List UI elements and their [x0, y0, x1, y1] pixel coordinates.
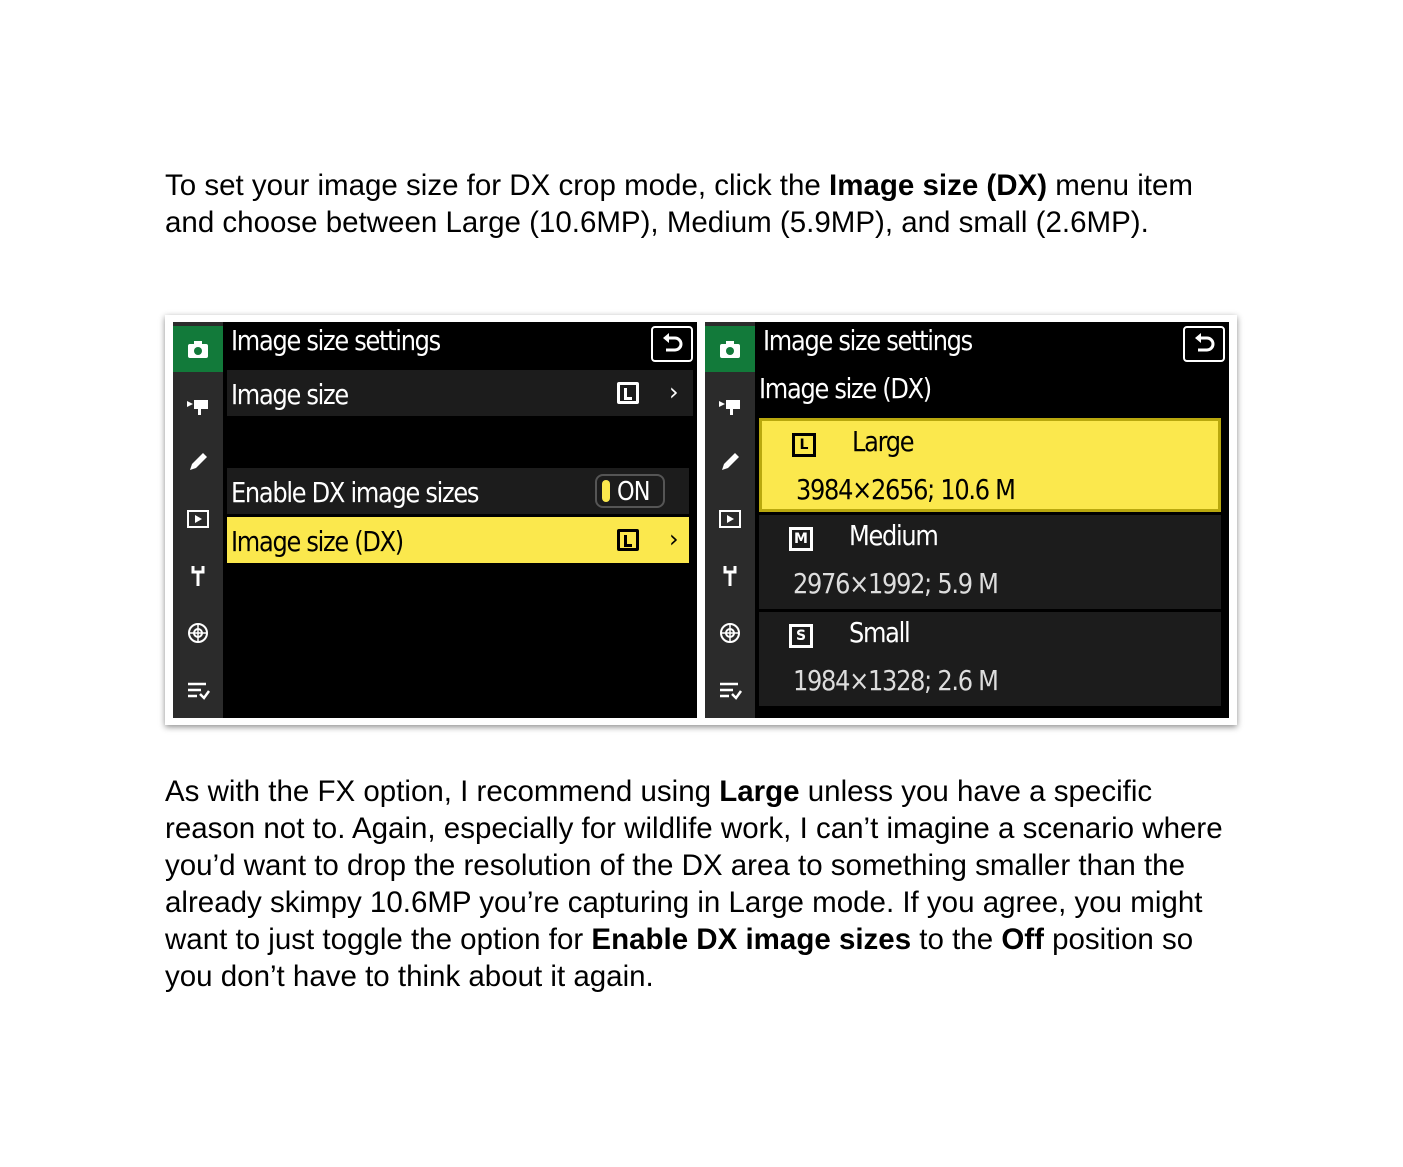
menu-screen-right: Image size settings Image size (DX) L La…: [705, 322, 1229, 718]
dx-toggle[interactable]: ON: [595, 474, 665, 508]
menu-item-image-size-dx[interactable]: Image size (DX) ›: [227, 517, 689, 563]
menu-item-enable-dx[interactable]: Enable DX image sizes ON: [227, 468, 689, 514]
text: As with the FX option, I recommend using: [165, 775, 720, 808]
menu-item-label: Image size (DX): [231, 525, 404, 558]
toggle-knob: [602, 480, 610, 502]
menu-title-bar: Image size settings: [759, 322, 1229, 368]
camera-icon[interactable]: [705, 326, 755, 372]
menu-screen-left: Image size settings Image size › Enable …: [173, 322, 697, 718]
wrench-icon[interactable]: [705, 553, 755, 599]
toggle-value: ON: [617, 477, 650, 507]
movie-icon[interactable]: [173, 382, 223, 428]
menu-title-bar: Image size settings: [227, 322, 697, 368]
my-menu-icon[interactable]: [705, 667, 755, 713]
menu-tab-rail: [173, 322, 223, 718]
option-resolution: 2976×1992; 5.9 M: [793, 567, 999, 600]
menu-item-label: Enable DX image sizes: [231, 476, 479, 509]
chevron-right-icon: ›: [669, 378, 679, 406]
playback-icon[interactable]: [705, 496, 755, 542]
recommendation-paragraph: As with the FX option, I recommend using…: [165, 773, 1235, 995]
text: to the: [911, 923, 1002, 956]
large-size-icon: [617, 529, 639, 551]
back-icon[interactable]: [651, 326, 693, 362]
option-name: Large: [852, 425, 915, 458]
medium-size-icon: M: [789, 527, 813, 551]
option-large[interactable]: L Large 3984×2656; 10.6 M: [759, 418, 1221, 512]
small-size-icon: S: [789, 624, 813, 648]
chevron-right-icon: ›: [669, 525, 679, 553]
bold-text: Large: [719, 775, 800, 808]
back-icon[interactable]: [1183, 326, 1225, 362]
option-name: Medium: [849, 519, 939, 552]
network-icon[interactable]: [173, 610, 223, 656]
option-small[interactable]: S Small 1984×1328; 2.6 M: [759, 612, 1221, 706]
large-size-icon: L: [792, 433, 816, 457]
network-icon[interactable]: [705, 610, 755, 656]
bold-text: Enable DX image sizes: [591, 923, 912, 956]
pencil-icon[interactable]: [173, 439, 223, 485]
menu-item-label: Image size: [231, 378, 349, 411]
camera-menu-figure: Image size settings Image size › Enable …: [165, 315, 1237, 725]
large-size-icon: [617, 382, 639, 404]
menu-title: Image size settings: [231, 324, 441, 357]
menu-tab-rail: [705, 322, 755, 718]
movie-icon[interactable]: [705, 382, 755, 428]
pencil-icon[interactable]: [705, 439, 755, 485]
camera-icon[interactable]: [173, 326, 223, 372]
option-name: Small: [849, 616, 911, 649]
bold-text: Off: [1001, 923, 1044, 956]
intro-paragraph: To set your image size for DX crop mode,…: [165, 167, 1235, 241]
option-resolution: 3984×2656; 10.6 M: [796, 473, 1016, 506]
text: To set your image size for DX crop mode,…: [165, 169, 830, 202]
option-resolution: 1984×1328; 2.6 M: [793, 664, 999, 697]
wrench-icon[interactable]: [173, 553, 223, 599]
playback-icon[interactable]: [173, 496, 223, 542]
menu-title: Image size settings: [763, 324, 973, 357]
bold-text: Image size (DX): [829, 169, 1048, 202]
my-menu-icon[interactable]: [173, 667, 223, 713]
menu-subtitle: Image size (DX): [759, 372, 932, 405]
menu-item-image-size[interactable]: Image size ›: [227, 370, 693, 416]
option-medium[interactable]: M Medium 2976×1992; 5.9 M: [759, 515, 1221, 609]
